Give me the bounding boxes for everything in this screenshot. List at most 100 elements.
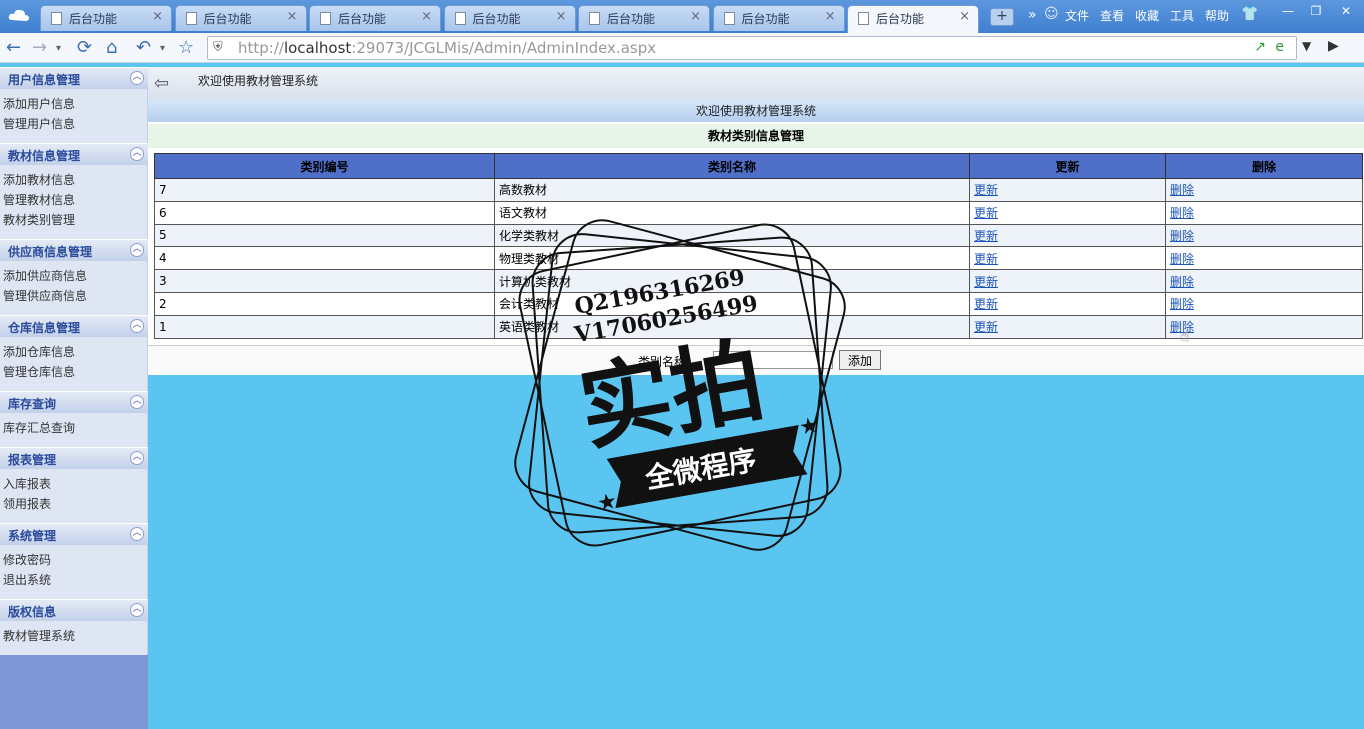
sidebar-item[interactable]: 管理用户信息 [0,114,147,134]
close-tab-icon[interactable]: × [556,9,567,24]
minimize-button[interactable]: — [1276,4,1300,22]
browser-tab[interactable]: 后台功能 × [174,5,307,31]
star-icon[interactable]: ☆ [178,37,194,58]
update-link[interactable]: 更新 [974,275,998,289]
url-text[interactable]: http://localhost:29073/JCGLMis/Admin/Adm… [238,39,656,57]
menu-view[interactable]: 查看 [1100,7,1124,24]
delete-link[interactable]: 删除 [1170,183,1194,197]
new-tab-button[interactable]: + [990,8,1014,26]
undo-dropdown-icon[interactable]: ▾ [160,43,165,54]
sidebar-section-header[interactable]: 系统管理 ︿ [0,523,148,545]
collapse-icon[interactable]: ︿ [130,527,144,541]
refresh-icon[interactable]: ⟳ [77,37,92,58]
close-tab-icon[interactable]: × [421,9,432,24]
page-icon [858,12,869,25]
category-name-cell: 语文教材 [494,200,970,225]
close-tab-icon[interactable]: × [152,9,163,24]
home-icon[interactable]: ⌂ [106,37,117,58]
update-link[interactable]: 更新 [974,252,998,266]
browser-tab[interactable]: 后台功能 × [847,5,979,33]
collapse-icon[interactable]: ︿ [130,603,144,617]
sidebar-item[interactable]: 领用报表 [0,494,147,514]
category-id-cell: 5 [154,223,495,248]
sidebar-item[interactable]: 教材类别管理 [0,210,147,230]
sidebar-item[interactable]: 添加教材信息 [0,170,147,190]
collapse-icon[interactable]: ︿ [130,147,144,161]
menu-favorites[interactable]: 收藏 [1135,7,1159,24]
menu-help[interactable]: 帮助 [1205,7,1229,24]
sidebar-item[interactable]: 退出系统 [0,570,147,590]
sidebar-item[interactable]: 修改密码 [0,550,147,570]
delete-link[interactable]: 删除 [1170,252,1194,266]
collapse-icon[interactable]: ︿ [130,71,144,85]
page-icon [185,12,197,25]
browser-tab[interactable]: 后台功能 × [443,5,576,31]
sidebar-section-header[interactable]: 用户信息管理 ︿ [0,67,148,89]
undo-icon[interactable]: ↶ [136,37,151,58]
go-arrow-icon[interactable]: ▶ [1328,38,1339,54]
collapse-icon[interactable]: ︿ [130,319,144,333]
address-bar[interactable]: ⛨ http://localhost:29073/JCGLMis/Admin/A… [207,36,1297,60]
sidebar-section-header[interactable]: 库存查询 ︿ [0,391,148,413]
sidebar-item[interactable]: 教材管理系统 [0,626,147,646]
collapse-icon[interactable]: ︿ [130,243,144,257]
back-arrow-icon[interactable]: ← [6,37,21,58]
skin-icon[interactable]: 👕 [1241,6,1258,22]
sidebar-section-header[interactable]: 版权信息 ︿ [0,599,148,621]
update-link[interactable]: 更新 [974,297,998,311]
menu-file[interactable]: 文件 [1065,7,1089,24]
browser-tab[interactable]: 后台功能 × [578,5,710,31]
sidebar-item[interactable]: 添加供应商信息 [0,266,147,286]
sidebar-item[interactable]: 添加用户信息 [0,94,147,114]
forward-history-dropdown-icon[interactable]: ▾ [56,43,61,54]
more-tabs-icon[interactable]: » [1028,7,1037,23]
sidebar-item[interactable]: 管理仓库信息 [0,362,147,382]
menu-tools[interactable]: 工具 [1170,7,1194,24]
sidebar-section-title: 报表管理 [8,453,57,467]
close-tab-icon[interactable]: × [690,9,701,24]
update-link[interactable]: 更新 [974,320,998,334]
sidebar-item[interactable]: 添加仓库信息 [0,342,147,362]
close-tab-icon[interactable]: × [287,9,298,24]
sidebar: 用户信息管理 ︿ 添加用户信息 管理用户信息 教材信息管理 ︿ 添加教材信息 管理教材信息 教材… [0,67,148,729]
update-link[interactable]: 更新 [974,229,998,243]
address-dropdown-icon[interactable]: ▼ [1302,39,1311,53]
back-arrow-icon[interactable]: ⇦ [154,73,169,94]
sidebar-section-body: 修改密码 退出系统 [0,545,148,599]
delete-link[interactable]: 删除 [1170,206,1194,220]
category-id-cell: 1 [154,314,495,339]
page-icon [589,12,600,25]
close-tab-icon[interactable]: × [825,9,836,24]
close-tab-icon[interactable]: × [959,9,970,24]
sidebar-section-header[interactable]: 供应商信息管理 ︿ [0,239,148,261]
add-category-row: 类别名称 添加 [148,345,1364,375]
browser-tab[interactable]: 后台功能 × [712,5,845,31]
sidebar-item[interactable]: 库存汇总查询 [0,418,147,438]
browser-tab[interactable]: 后台功能 × [309,5,441,31]
forward-arrow-icon[interactable]: → [32,37,47,58]
sidebar-item[interactable]: 管理教材信息 [0,190,147,210]
add-button[interactable]: 添加 [839,350,881,370]
share-icon[interactable]: ↗ [1254,39,1266,55]
collapse-icon[interactable]: ︿ [130,395,144,409]
delete-link[interactable]: 删除 [1170,297,1194,311]
sidebar-section-header[interactable]: 报表管理 ︿ [0,447,148,469]
maximize-button[interactable]: ❐ [1304,4,1328,22]
sidebar-section-header[interactable]: 教材信息管理 ︿ [0,143,148,165]
page-title: 欢迎使用教材管理系统 [148,100,1364,122]
category-name-input[interactable] [713,351,833,369]
ie-icon[interactable]: e [1275,39,1284,55]
browser-tab[interactable]: 后台功能 × [40,5,172,31]
category-name-cell: 物理类教材 [494,246,970,271]
update-link[interactable]: 更新 [974,206,998,220]
close-window-button[interactable]: ✕ [1334,4,1358,22]
update-link[interactable]: 更新 [974,183,998,197]
sidebar-item[interactable]: 管理供应商信息 [0,286,147,306]
col-header-id: 类别编号 [154,153,495,179]
user-icon[interactable]: ☺ [1044,6,1059,22]
sidebar-item[interactable]: 入库报表 [0,474,147,494]
collapse-icon[interactable]: ︿ [130,451,144,465]
sidebar-section-header[interactable]: 仓库信息管理 ︿ [0,315,148,337]
delete-link[interactable]: 删除 [1170,275,1194,289]
delete-link[interactable]: 删除 [1170,229,1194,243]
